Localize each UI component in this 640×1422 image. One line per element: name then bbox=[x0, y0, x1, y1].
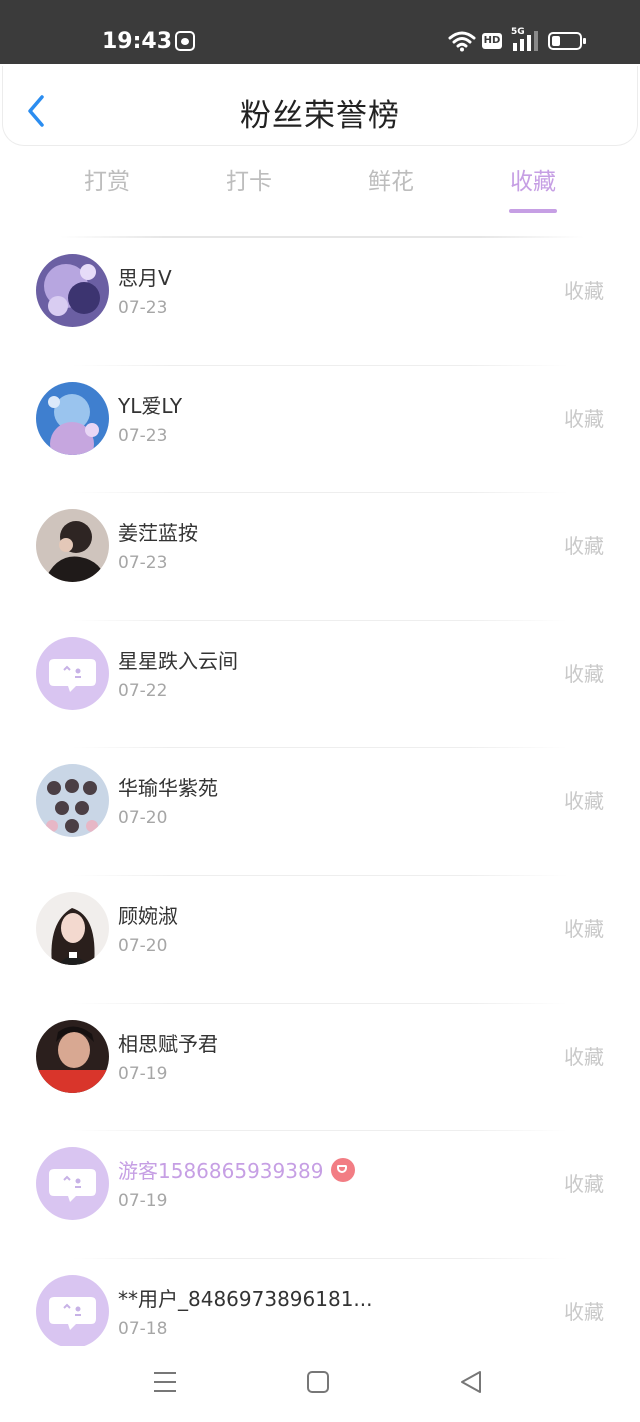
avatar[interactable] bbox=[36, 636, 109, 710]
list-item[interactable]: 星星跌入云间 07-22 收藏 bbox=[0, 623, 640, 751]
status-time: 19:43 bbox=[102, 29, 173, 54]
divider bbox=[72, 1257, 568, 1259]
fan-date: 07-20 bbox=[118, 935, 168, 956]
tab-flowers[interactable]: 鲜花 bbox=[320, 160, 462, 204]
home-icon[interactable] bbox=[306, 1370, 330, 1394]
divider bbox=[72, 747, 568, 749]
fan-name-text: 游客1586865939389 bbox=[118, 1159, 324, 1184]
contribution-type: 收藏 bbox=[564, 279, 604, 303]
list-item[interactable]: 思月V 07-23 收藏 bbox=[0, 240, 640, 368]
menu-icon[interactable] bbox=[153, 1370, 177, 1394]
divider bbox=[72, 874, 568, 876]
contribution-type: 收藏 bbox=[564, 916, 604, 941]
fan-date: 07-23 bbox=[118, 298, 168, 318]
list-item[interactable]: 顾婉淑 07-20 收藏 bbox=[0, 878, 640, 1006]
divider bbox=[72, 619, 568, 621]
chat-bubble-icon bbox=[36, 636, 109, 710]
fan-date: 07-18 bbox=[118, 1318, 168, 1339]
contribution-type: 收藏 bbox=[564, 1044, 604, 1069]
divider bbox=[72, 492, 568, 494]
wifi-icon bbox=[448, 31, 476, 52]
contribution-type: 收藏 bbox=[564, 661, 604, 686]
fan-name: 相思赋予君 bbox=[118, 1031, 218, 1056]
tab-reward[interactable]: 打赏 bbox=[36, 160, 178, 204]
fan-date: 07-19 bbox=[118, 1191, 168, 1212]
system-nav-bar bbox=[0, 1346, 640, 1422]
avatar[interactable] bbox=[36, 891, 109, 965]
fan-date: 07-22 bbox=[118, 680, 168, 701]
avatar[interactable] bbox=[36, 254, 109, 327]
fan-date: 07-23 bbox=[118, 553, 168, 574]
contribution-type: 收藏 bbox=[564, 1172, 604, 1197]
contribution-type: 收藏 bbox=[564, 1299, 604, 1324]
vip-diamond-icon bbox=[331, 1158, 356, 1183]
fan-date: 07-19 bbox=[118, 1063, 168, 1084]
contribution-type: 收藏 bbox=[564, 534, 604, 559]
baidu-paw-icon bbox=[175, 31, 195, 51]
avatar[interactable] bbox=[36, 1147, 109, 1221]
list-item[interactable]: 游客1586865939389 07-19 收藏 bbox=[0, 1133, 640, 1261]
fan-name: **用户_8486973896181... bbox=[118, 1286, 373, 1311]
avatar[interactable] bbox=[36, 764, 109, 838]
battery-icon bbox=[548, 32, 586, 50]
contribution-type: 收藏 bbox=[564, 789, 604, 814]
active-tab-indicator bbox=[509, 209, 557, 213]
chat-bubble-icon bbox=[36, 1274, 109, 1348]
avatar[interactable] bbox=[36, 1274, 109, 1348]
battery-level bbox=[552, 36, 560, 46]
fan-name: 游客1586865939389 bbox=[118, 1158, 356, 1184]
signal-icon bbox=[513, 31, 538, 51]
list-item[interactable]: 姜茳蓝按 07-23 收藏 bbox=[0, 495, 640, 623]
fan-name: 顾婉淑 bbox=[118, 903, 178, 928]
list-item[interactable]: 相思赋予君 07-19 收藏 bbox=[0, 1006, 640, 1134]
fan-name: 思月V bbox=[118, 266, 172, 290]
hd-badge: HD bbox=[482, 33, 502, 49]
avatar[interactable] bbox=[36, 381, 109, 455]
fan-list: 思月V 07-23 收藏 YL爱LY 07-23 收藏 姜茳蓝按 07-23 收… bbox=[0, 240, 640, 1388]
fan-name: 星星跌入云间 bbox=[118, 648, 238, 673]
fan-name: 姜茳蓝按 bbox=[118, 521, 198, 546]
divider bbox=[72, 1002, 568, 1004]
divider bbox=[72, 1130, 568, 1132]
back-triangle-icon[interactable] bbox=[459, 1370, 483, 1394]
header: 粉丝荣誉榜 bbox=[2, 66, 638, 146]
list-item[interactable]: YL爱LY 07-23 收藏 bbox=[0, 368, 640, 496]
contribution-type: 收藏 bbox=[564, 406, 604, 431]
avatar[interactable] bbox=[36, 509, 109, 583]
fan-date: 07-23 bbox=[118, 425, 168, 446]
list-item[interactable]: 华瑜华紫苑 07-20 收藏 bbox=[0, 750, 640, 878]
page-title: 粉丝荣誉榜 bbox=[240, 98, 400, 134]
divider bbox=[72, 364, 568, 366]
fan-name: YL爱LY bbox=[118, 393, 183, 418]
avatar[interactable] bbox=[36, 1019, 109, 1093]
fan-name: 华瑜华紫苑 bbox=[118, 776, 218, 801]
tabs-divider bbox=[60, 236, 584, 238]
tab-checkin[interactable]: 打卡 bbox=[178, 160, 320, 204]
fan-date: 07-20 bbox=[118, 808, 168, 829]
status-bar: 19:43 HD 5G bbox=[0, 0, 640, 64]
tab-favorites[interactable]: 收藏 bbox=[462, 160, 604, 204]
chat-bubble-icon bbox=[36, 1147, 109, 1221]
